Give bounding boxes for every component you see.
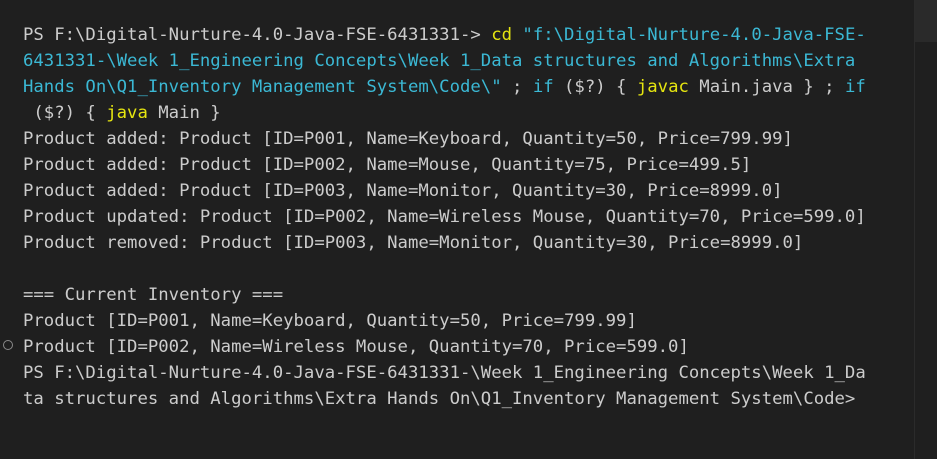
final-prompt-line-1: PS F:\Digital-Nurture-4.0-Java-FSE-64313… [23,363,866,383]
command-line-2: 6431331-\Week 1_Engineering Concepts\Wee… [23,51,856,71]
inventory-heading: === Current Inventory === [23,285,284,305]
javac-command: javac [636,77,689,97]
if-keyword-2: if [844,77,866,97]
command-line-4: ($?) { java Main } [23,100,913,126]
condition-2: ($?) [33,103,76,123]
final-prompt-line-2[interactable]: ta structures and Algorithms\Extra Hands… [23,386,913,412]
java-args: Main } [147,103,221,123]
vertical-scrollbar[interactable] [914,0,937,459]
inventory-line: Product [ID=P002, Name=Wireless Mouse, Q… [23,337,689,357]
command-decoration-circle-icon[interactable] [3,340,13,350]
output-line: Product updated: Product [ID=P002, Name=… [23,207,866,227]
condition-1: ($?) [553,77,606,97]
command-line-3: Hands On\Q1_Inventory Management System\… [23,74,913,100]
output-line: Product added: Product [ID=P003, Name=Mo… [23,181,783,201]
line-lead [23,103,33,123]
separator: ; [501,77,533,97]
output-line: Product removed: Product [ID=P003, Name=… [23,233,804,253]
command-line-1: PS F:\Digital-Nurture-4.0-Java-FSE-64313… [23,22,913,48]
cd-path-part-1: "f:\Digital-Nurture-4.0-Java-FSE- [522,25,866,45]
javac-args: Main.java } ; [688,77,845,97]
cd-command: cd [491,25,513,45]
output-blank-line [23,256,913,282]
inventory-line: Product [ID=P001, Name=Keyboard, Quantit… [23,311,637,331]
output-line: Product added: Product [ID=P001, Name=Ke… [23,129,793,149]
output-line: Product added: Product [ID=P002, Name=Mo… [23,155,752,175]
if-keyword-1: if [532,77,554,97]
brace-open-1: { [605,77,637,97]
terminal-panel[interactable]: PS F:\Digital-Nurture-4.0-Java-FSE-64313… [0,0,937,459]
prompt-text: PS F:\Digital-Nurture-4.0-Java-FSE-64313… [23,25,492,45]
java-command: java [106,103,148,123]
cd-path-part-3: Hands On\Q1_Inventory Management System\… [23,77,502,97]
brace-open-2: { [75,103,107,123]
terminal-output: PS F:\Digital-Nurture-4.0-Java-FSE-64313… [23,22,913,412]
scrollbar-thumb[interactable] [915,0,937,42]
